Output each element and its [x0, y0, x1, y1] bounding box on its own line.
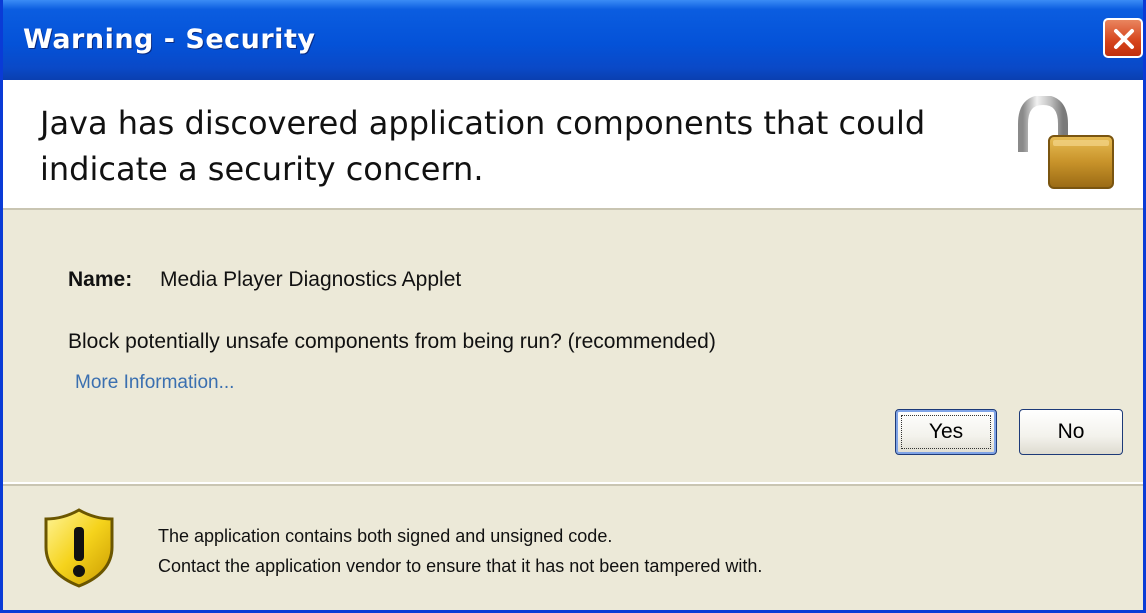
more-information-link[interactable]: More Information...	[75, 372, 234, 394]
footer-line-1: The application contains both signed and…	[158, 526, 613, 546]
footer-message: The application contains both signed and…	[158, 521, 762, 581]
security-warning-dialog: Warning - Security Java has discovered a…	[0, 0, 1146, 613]
name-label: Name:	[68, 268, 133, 291]
title-bar[interactable]: Warning - Security	[3, 0, 1143, 80]
name-value: Media Player Diagnostics Applet	[160, 268, 462, 291]
header-message: Java has discovered application componen…	[40, 104, 926, 188]
warning-shield-icon	[44, 508, 114, 588]
applet-name-row: Name: Media Player Diagnostics Applet	[68, 268, 461, 292]
no-button[interactable]: No	[1019, 409, 1123, 455]
focus-rectangle	[901, 415, 991, 449]
footer-line-2: Contact the application vendor to ensure…	[158, 556, 763, 576]
close-button[interactable]	[1103, 18, 1143, 58]
block-question: Block potentially unsafe components from…	[68, 330, 716, 353]
unlocked-padlock-icon	[1018, 96, 1114, 189]
yes-button[interactable]: Yes	[895, 409, 997, 455]
message-header: Java has discovered application componen…	[3, 80, 1143, 210]
no-button-label: No	[1057, 420, 1085, 443]
window-title: Warning - Security	[23, 24, 316, 55]
close-icon	[1114, 29, 1134, 49]
